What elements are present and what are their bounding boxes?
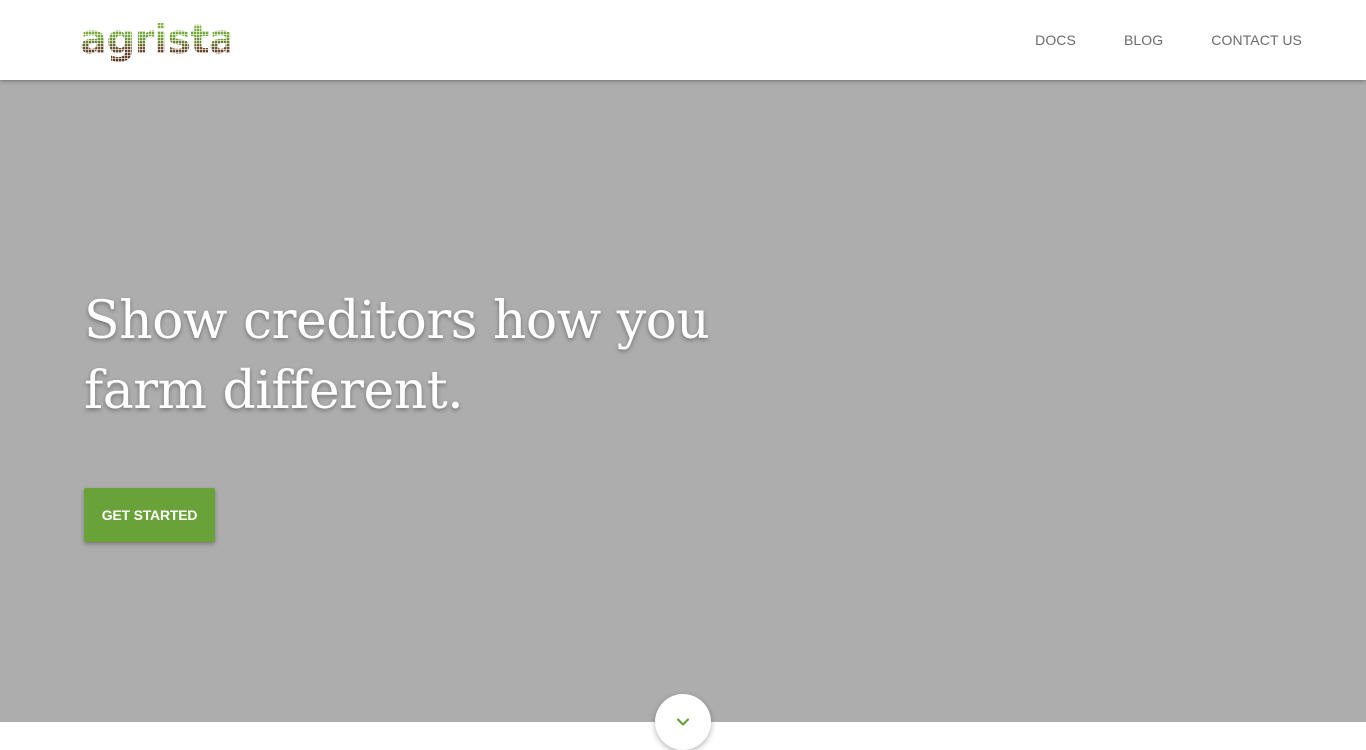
hero-headline: Show creditors how you farm different.	[84, 286, 784, 426]
get-started-button[interactable]: GET STARTED	[84, 488, 215, 542]
scroll-down-button[interactable]	[655, 694, 711, 750]
nav-contact-us-link[interactable]: CONTACT US	[1211, 32, 1302, 48]
hero-headline-line-2: farm different.	[84, 361, 464, 421]
chevron-down-icon	[676, 718, 690, 726]
main-nav: DOCS BLOG CONTACT US	[987, 0, 1302, 80]
hero-section: Show creditors how you farm different. G…	[0, 80, 1366, 722]
agrista-logo[interactable]: agrista	[80, 14, 230, 64]
nav-docs-link[interactable]: DOCS	[1035, 32, 1076, 48]
agrista-logo-wordmark: agrista	[80, 17, 230, 63]
svg-text:agrista: agrista	[80, 17, 230, 63]
nav-blog-link[interactable]: BLOG	[1124, 32, 1163, 48]
top-navbar: agrista DOCS BLOG CONTACT US	[0, 0, 1366, 80]
hero-headline-line-1: Show creditors how you	[84, 291, 710, 351]
